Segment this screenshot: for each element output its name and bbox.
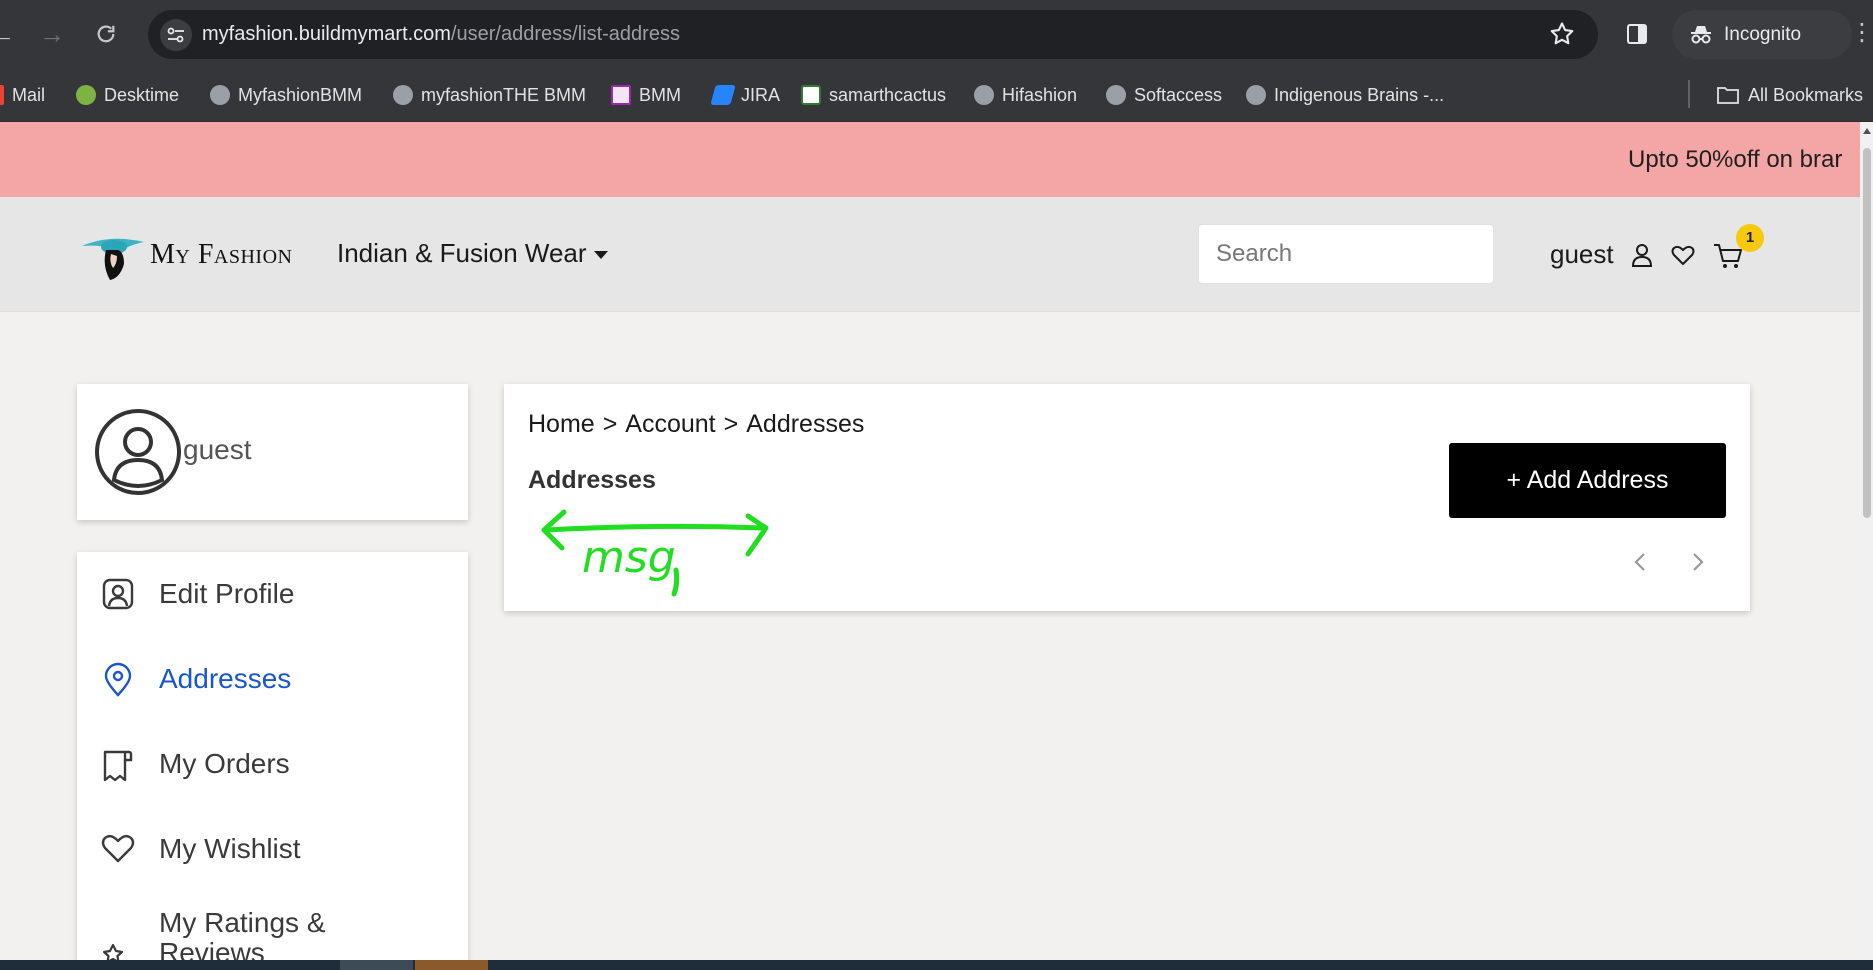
side-panel-icon[interactable] [1625, 22, 1649, 46]
address-bar[interactable]: myfashion.buildmymart.com/user/address/l… [148, 10, 1598, 59]
bookmarks-divider [1688, 80, 1690, 108]
bookmark-hifashion[interactable]: Hifashion [974, 68, 1077, 122]
promo-banner: Upto 50%off on brar [0, 122, 1860, 197]
menu-item-addresses[interactable]: Addresses [77, 637, 468, 721]
taskbar-app[interactable] [415, 960, 488, 970]
brand-logo[interactable] [80, 232, 146, 282]
bmm-icon [611, 85, 631, 105]
cactus-icon [801, 85, 821, 105]
breadcrumb-account[interactable]: Account [625, 410, 715, 438]
menu-item-edit-profile[interactable]: Edit Profile [77, 552, 468, 636]
avatar [95, 409, 181, 495]
globe-icon [210, 85, 230, 105]
jira-icon [710, 85, 736, 105]
profile-card: guest [77, 384, 468, 520]
bookmark-softaccess[interactable]: Softaccess [1106, 68, 1222, 122]
reload-icon[interactable] [90, 18, 122, 50]
addresses-panel: Home > Account > Addresses Addresses + Add A… [504, 384, 1750, 611]
incognito-icon [1691, 26, 1711, 44]
mail-icon [0, 85, 4, 105]
brand-name[interactable]: My Fashion [150, 239, 292, 271]
bookmarks-bar: Mail Desktime MyfashionBMM myfashionTHE … [0, 68, 1873, 122]
forward-icon[interactable]: → [36, 18, 68, 50]
page-scrollbar[interactable] [1860, 122, 1873, 960]
menu-item-my-wishlist[interactable]: My Wishlist [77, 807, 468, 891]
breadcrumb-home[interactable]: Home [528, 410, 595, 438]
incognito-indicator[interactable]: Incognito [1672, 10, 1852, 59]
globe-icon [1246, 85, 1266, 105]
location-pin-icon [104, 662, 132, 697]
account-menu: Edit Profile Addresses My Orders My Wish… [77, 552, 468, 970]
all-bookmarks[interactable]: All Bookmarks [1716, 68, 1863, 122]
scroll-up-arrow-icon[interactable] [1863, 128, 1871, 134]
caret-down-icon [593, 251, 608, 260]
bookmark-indigenous-brains[interactable]: Indigenous Brains -... [1246, 68, 1444, 122]
user-icon[interactable] [1630, 242, 1654, 268]
taskbar-edge [0, 960, 1873, 970]
menu-item-my-ratings[interactable]: My Ratings & Reviews [77, 892, 468, 970]
bookmark-jira[interactable]: JIRA [710, 68, 780, 122]
bookmark-myfashionthebmm[interactable]: myfashionTHE BMM [393, 68, 586, 122]
globe-icon [1106, 85, 1126, 105]
bookmark-bmm[interactable]: BMM [611, 68, 681, 122]
incognito-label: Incognito [1724, 24, 1802, 45]
chevron-left-icon[interactable] [1626, 547, 1656, 577]
add-address-button[interactable]: + Add Address [1449, 443, 1726, 518]
site-header: My Fashion Indian & Fusion Wear guest 1 [0, 197, 1860, 312]
heart-icon [101, 834, 135, 863]
url-text[interactable]: myfashion.buildmymart.com/user/address/l… [202, 23, 680, 46]
menu-item-my-orders[interactable]: My Orders [77, 722, 468, 806]
header-user-name[interactable]: guest [1550, 239, 1614, 270]
bookmark-samarthcactus[interactable]: samarthcactus [801, 68, 946, 122]
bookmark-desktime[interactable]: Desktime [76, 68, 179, 122]
folder-icon [1717, 87, 1739, 104]
cart-count-badge: 1 [1736, 224, 1764, 252]
category-menu[interactable]: Indian & Fusion Wear [337, 238, 608, 269]
breadcrumb: Home > Account > Addresses [528, 410, 865, 438]
receipt-icon [103, 750, 133, 782]
back-icon[interactable]: ← [0, 18, 18, 50]
chevron-right-icon[interactable] [1682, 547, 1712, 577]
profile-name: guest [183, 434, 252, 465]
section-title: Addresses [528, 466, 656, 494]
bookmark-mail[interactable]: Mail [0, 68, 45, 122]
globe-icon [974, 85, 994, 105]
browser-menu-icon[interactable]: ⋮ [1850, 18, 1873, 47]
search-input[interactable] [1198, 224, 1494, 284]
scrollbar-thumb[interactable] [1863, 148, 1871, 518]
bookmark-myfashionbmm[interactable]: MyfashionBMM [210, 68, 362, 122]
desktime-icon [76, 85, 96, 105]
browser-toolbar: ← → myfashion.buildmymart.com/user/addre… [0, 0, 1873, 68]
wishlist-heart-icon[interactable] [1671, 244, 1695, 266]
user-square-icon [102, 578, 134, 610]
breadcrumb-addresses: Addresses [746, 410, 865, 438]
taskbar-app[interactable] [340, 960, 413, 970]
bookmark-star-icon[interactable] [1548, 20, 1576, 48]
globe-icon [393, 85, 413, 105]
promo-text: Upto 50%off on brar [1628, 146, 1843, 173]
site-settings-icon[interactable] [160, 19, 192, 51]
